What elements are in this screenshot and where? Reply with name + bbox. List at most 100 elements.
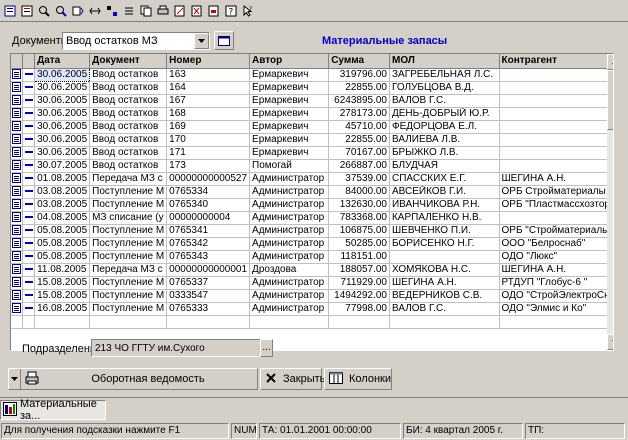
cell-number[interactable]: 0765340 bbox=[166, 198, 251, 212]
row-marker-icon[interactable] bbox=[22, 302, 36, 316]
cell-sum[interactable]: 84000.00 bbox=[328, 185, 390, 199]
row-doc-icon[interactable] bbox=[11, 146, 24, 160]
row-doc-icon[interactable] bbox=[11, 159, 24, 173]
report-dropdown-icon[interactable] bbox=[9, 369, 21, 389]
cell-counterparty[interactable] bbox=[499, 159, 613, 173]
row-marker-icon[interactable] bbox=[22, 198, 36, 212]
cell-mol[interactable]: ШЕВЧЕНКО П.И. bbox=[389, 224, 500, 238]
row-marker-icon[interactable] bbox=[22, 120, 36, 134]
row-doc-icon[interactable] bbox=[11, 263, 24, 277]
cell-document[interactable]: Поступление М bbox=[89, 224, 168, 238]
table-row[interactable]: 05.08.2005 Поступление М 0765342 Администра… bbox=[11, 237, 613, 251]
cell-sum[interactable]: 22855.00 bbox=[328, 133, 390, 147]
cell-author[interactable]: Ермаркевич bbox=[249, 94, 330, 108]
cell-author[interactable]: Дроздова bbox=[249, 263, 330, 277]
cell-number[interactable]: 163 bbox=[166, 68, 251, 82]
cell-sum[interactable]: 319796.00 bbox=[328, 68, 390, 82]
cell-sum[interactable]: 22855.00 bbox=[328, 81, 390, 95]
new-doc-icon[interactable] bbox=[2, 3, 18, 19]
cell-sum[interactable]: 118151.00 bbox=[328, 250, 390, 264]
cell-date[interactable]: 11.08.2005 bbox=[34, 263, 91, 277]
row-marker-icon[interactable] bbox=[22, 315, 36, 329]
cell-document[interactable]: Поступление М bbox=[89, 302, 168, 316]
cell-sum[interactable]: 711929.00 bbox=[328, 276, 390, 290]
columns-button[interactable]: Колонки bbox=[324, 368, 392, 390]
table-row[interactable]: 01.08.2005 Передача МЗ с 00000000000527 Адм… bbox=[11, 172, 613, 186]
column-header-number[interactable]: Номер bbox=[166, 54, 251, 69]
row-marker-icon[interactable] bbox=[22, 276, 36, 290]
cell-author[interactable]: Ермаркевич bbox=[249, 146, 330, 160]
column-header-date[interactable]: Дата bbox=[34, 54, 91, 69]
cell-document[interactable]: Поступление М bbox=[89, 250, 168, 264]
row-marker-icon[interactable] bbox=[22, 224, 36, 238]
cell-document[interactable]: Ввод остатков bbox=[89, 133, 168, 147]
cell-counterparty[interactable] bbox=[499, 133, 613, 147]
cell-document[interactable]: Ввод остатков bbox=[89, 81, 168, 95]
cell-author[interactable]: Администратор bbox=[249, 276, 330, 290]
cell-counterparty[interactable]: РТДУП "Глобус-6 " bbox=[499, 276, 613, 290]
cell-number[interactable]: 0765342 bbox=[166, 237, 251, 251]
table-row[interactable]: 30.06.2005 Ввод остатков 167 Ермаркевич 6243… bbox=[11, 94, 613, 108]
column-header[interactable] bbox=[11, 54, 24, 69]
cell-counterparty[interactable] bbox=[499, 211, 613, 225]
cell-document[interactable]: Ввод остатков bbox=[89, 68, 168, 82]
cell-author[interactable]: Администратор bbox=[249, 198, 330, 212]
cell-date[interactable]: 05.08.2005 bbox=[34, 224, 91, 238]
cell-sum[interactable]: 106875.00 bbox=[328, 224, 390, 238]
cell-sum[interactable] bbox=[328, 315, 390, 329]
cell-author[interactable]: Администратор bbox=[249, 172, 330, 186]
cell-sum[interactable]: 70167.00 bbox=[328, 146, 390, 160]
cell-author[interactable]: Ермаркевич bbox=[249, 133, 330, 147]
department-field[interactable]: 213 ЧО ГГТУ им.Сухого bbox=[91, 339, 261, 357]
cell-mol[interactable]: БРЫЖКО Л.В. bbox=[389, 146, 500, 160]
cell-date[interactable]: 04.08.2005 bbox=[34, 211, 91, 225]
row-doc-icon[interactable] bbox=[11, 107, 24, 121]
cell-number[interactable]: 169 bbox=[166, 120, 251, 134]
cell-author[interactable]: Администратор bbox=[249, 302, 330, 316]
cell-counterparty[interactable] bbox=[499, 120, 613, 134]
cell-number[interactable] bbox=[166, 315, 251, 329]
row-doc-icon[interactable] bbox=[11, 81, 24, 95]
row-marker-icon[interactable] bbox=[22, 133, 36, 147]
cell-author[interactable] bbox=[249, 315, 330, 329]
table-row[interactable]: 11.08.2005 Передача МЗ с 00000000000001 Дро… bbox=[11, 263, 613, 277]
cell-author[interactable]: Администратор bbox=[249, 211, 330, 225]
cell-number[interactable]: 00000000000001 bbox=[166, 263, 251, 277]
report-button[interactable]: Оборотная ведомость bbox=[8, 368, 258, 390]
row-doc-icon[interactable] bbox=[11, 276, 24, 290]
cell-counterparty[interactable]: ОРБ "Стройматериалы bbox=[499, 224, 613, 238]
row-doc-icon[interactable] bbox=[11, 68, 24, 82]
table-row[interactable]: 15.08.2005 Поступление М 0333547 Администра… bbox=[11, 289, 613, 303]
cell-mol[interactable]: ШЕГИНА А.Н. bbox=[389, 276, 500, 290]
row-marker-icon[interactable] bbox=[22, 68, 36, 82]
row-marker-icon[interactable] bbox=[22, 159, 36, 173]
cell-document[interactable]: Передача МЗ с bbox=[89, 172, 168, 186]
cell-sum[interactable]: 6243895.00 bbox=[328, 94, 390, 108]
edit-icon[interactable] bbox=[172, 3, 188, 19]
cell-author[interactable]: Администратор bbox=[249, 185, 330, 199]
find-icon[interactable] bbox=[36, 3, 52, 19]
cell-author[interactable]: Администратор bbox=[249, 237, 330, 251]
cell-number[interactable]: 0765343 bbox=[166, 250, 251, 264]
cell-date[interactable]: 03.08.2005 bbox=[34, 198, 91, 212]
row-doc-icon[interactable] bbox=[11, 237, 24, 251]
table-row[interactable]: 30.06.2005 Ввод остатков 170 Ермаркевич 2285… bbox=[11, 133, 613, 147]
cell-date[interactable]: 30.06.2005 bbox=[34, 107, 91, 121]
department-picker-button[interactable]: ... bbox=[260, 339, 273, 357]
table-row[interactable] bbox=[11, 315, 613, 329]
vertical-scrollbar[interactable] bbox=[607, 54, 613, 350]
table-row[interactable]: 03.08.2005 Поступление М 0765334 Администра… bbox=[11, 185, 613, 199]
cell-number[interactable]: 171 bbox=[166, 146, 251, 160]
cell-counterparty[interactable]: ШЕГИНА А.Н. bbox=[499, 172, 613, 186]
cell-document[interactable]: Поступление М bbox=[89, 185, 168, 199]
cell-date[interactable]: 30.06.2005 bbox=[34, 67, 91, 82]
cell-sum[interactable]: 50285.00 bbox=[328, 237, 390, 251]
cell-counterparty[interactable]: ОРБ "Пластмассхозтор bbox=[499, 198, 613, 212]
cell-author[interactable]: Ермаркевич bbox=[249, 107, 330, 121]
cell-number[interactable]: 170 bbox=[166, 133, 251, 147]
documents-picker-button[interactable] bbox=[214, 31, 234, 50]
help-icon[interactable]: ? bbox=[223, 3, 239, 19]
cell-number[interactable]: 173 bbox=[166, 159, 251, 173]
list-icon[interactable] bbox=[19, 3, 35, 19]
row-marker-icon[interactable] bbox=[22, 107, 36, 121]
